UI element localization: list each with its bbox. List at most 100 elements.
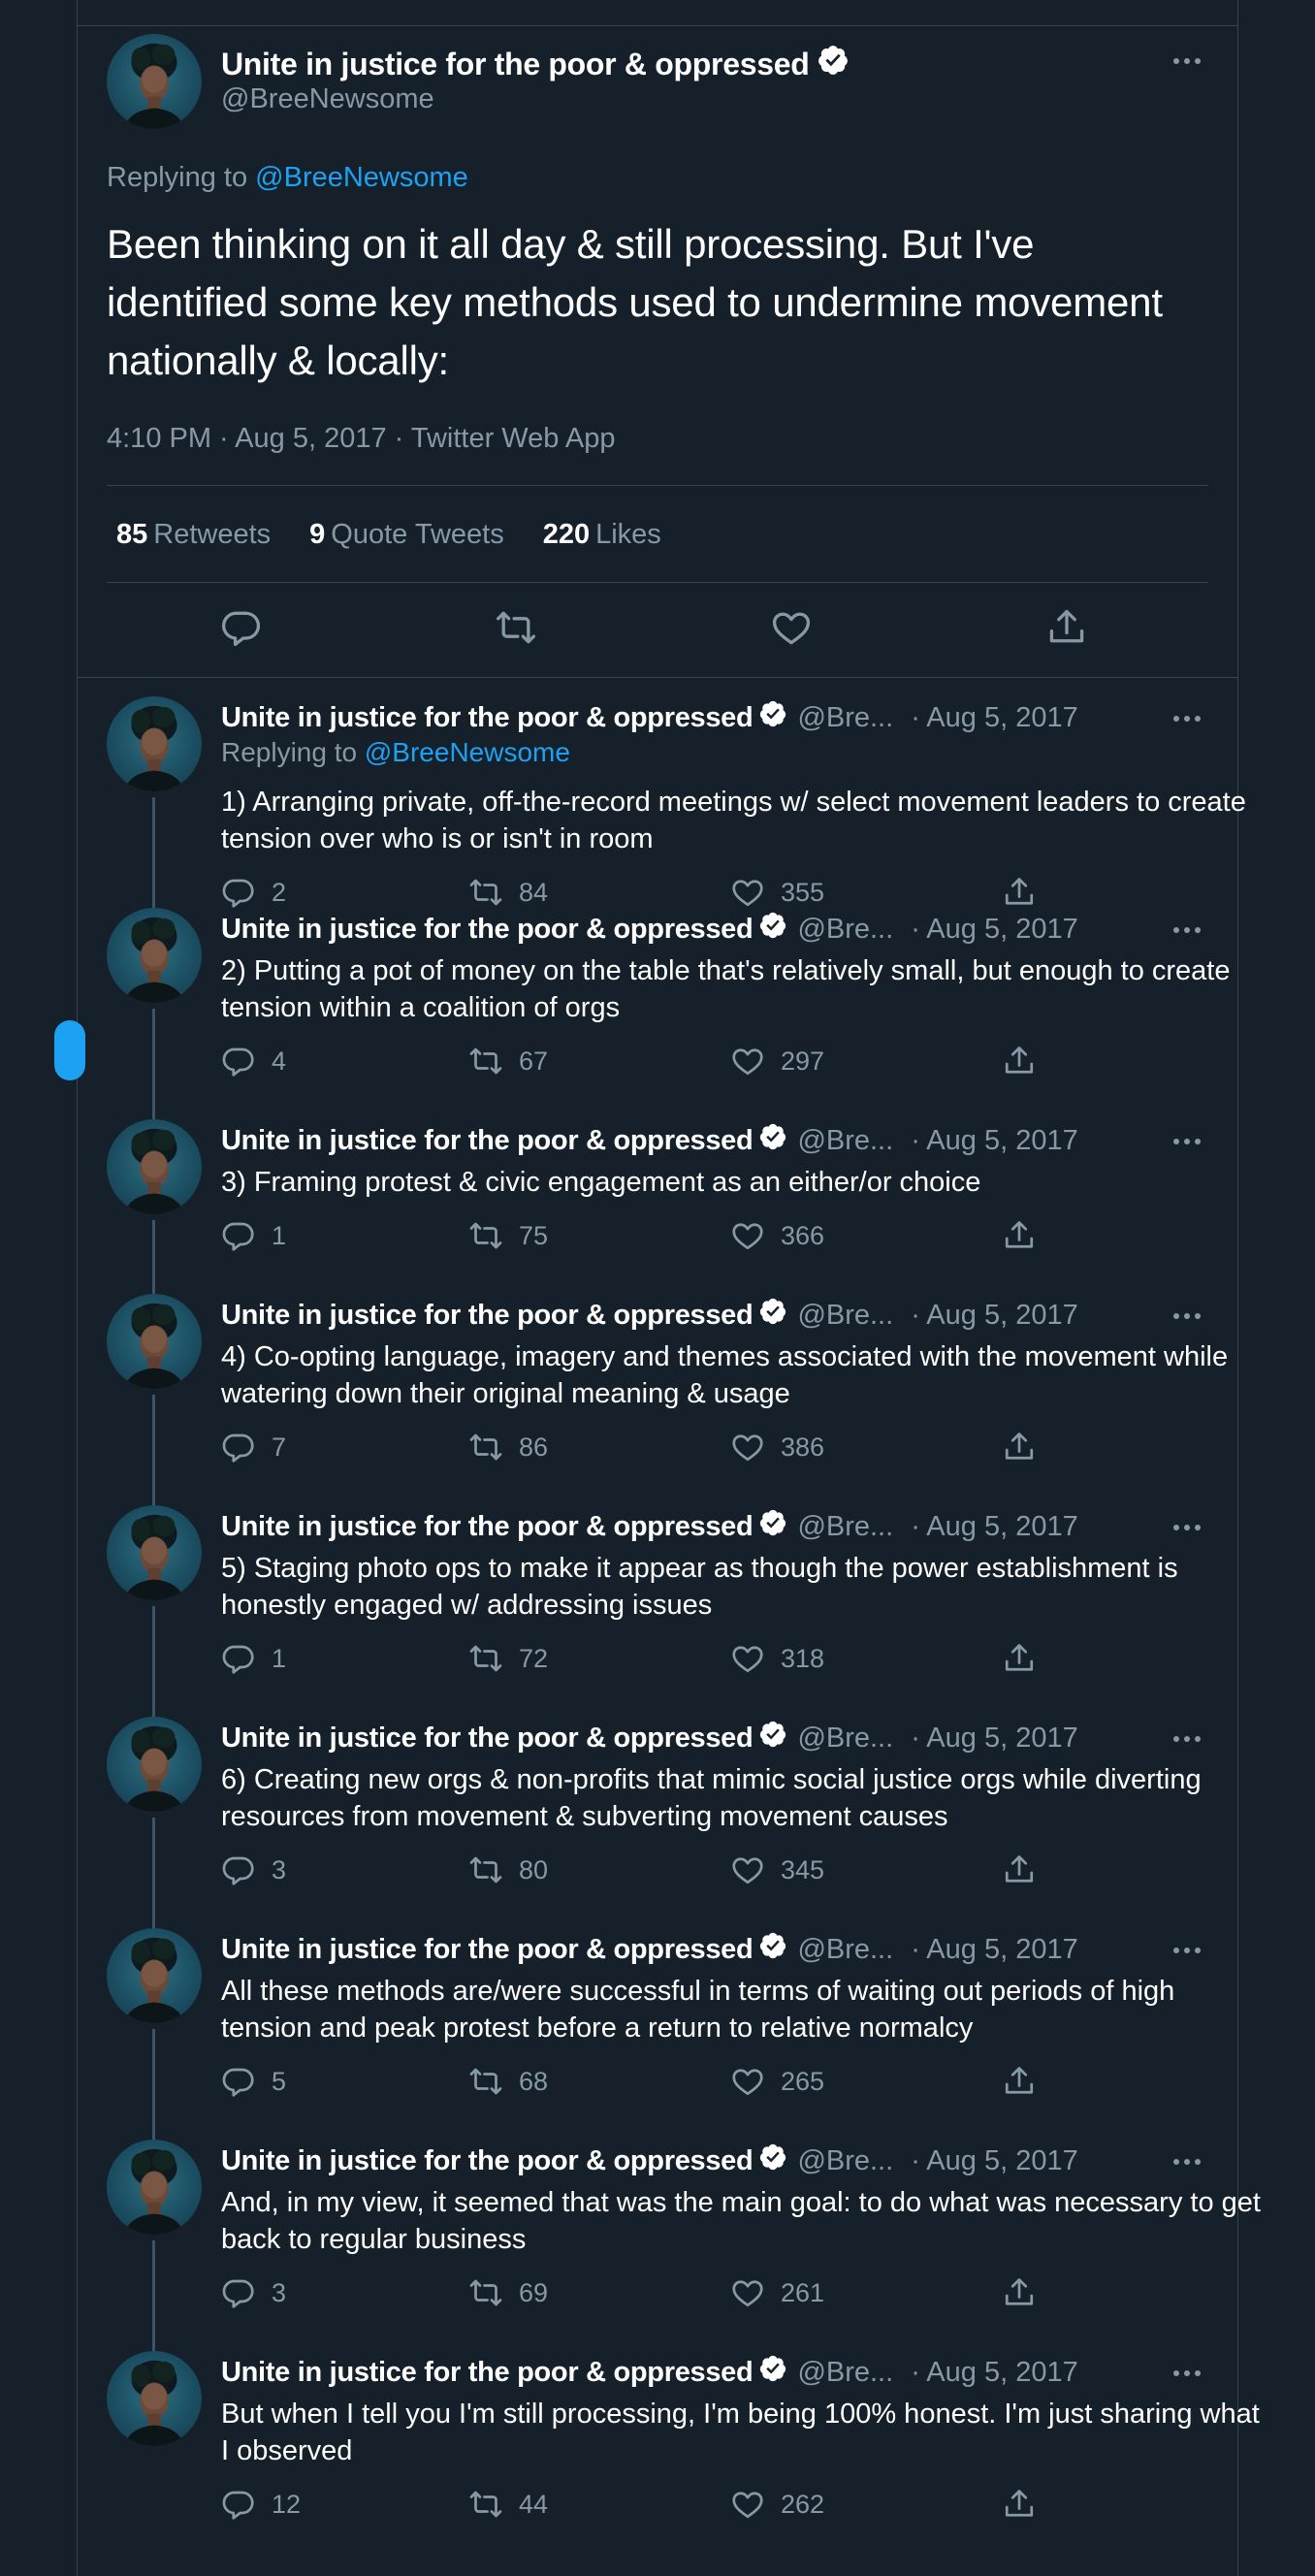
more-options-icon[interactable] <box>1173 58 1201 64</box>
retweets-stat[interactable]: 85 Retweets <box>116 519 271 551</box>
author-name[interactable]: Unite in justice for the poor & oppresse… <box>221 2145 754 2177</box>
avatar[interactable] <box>107 1505 202 1600</box>
reply-button[interactable]: 12 <box>221 2487 301 2522</box>
author-handle[interactable]: @Bre... <box>797 914 893 946</box>
tweet-date[interactable]: · Aug 5, 2017 <box>911 1511 1078 1543</box>
avatar[interactable] <box>107 1928 202 2023</box>
retweet-icon[interactable] <box>495 606 541 653</box>
more-options-icon[interactable] <box>1173 927 1201 933</box>
tweet-date[interactable]: · Aug 5, 2017 <box>911 1125 1078 1157</box>
author-name[interactable]: Unite in justice for the poor & oppresse… <box>221 1511 754 1543</box>
author-handle[interactable]: @BreeNewsome <box>221 83 434 115</box>
thread-tweet[interactable]: Unite in justice for the poor & oppresse… <box>78 2334 1260 2576</box>
thread-tweet[interactable]: Unite in justice for the poor & oppresse… <box>78 679 1246 908</box>
author-name[interactable]: Unite in justice for the poor & oppresse… <box>221 1125 754 1157</box>
like-button[interactable]: 261 <box>730 2275 824 2310</box>
share-icon[interactable] <box>1045 606 1092 653</box>
avatar[interactable] <box>107 1119 202 1214</box>
thread-tweet[interactable]: Unite in justice for the poor & oppresse… <box>78 1276 1237 1505</box>
author-name-link[interactable]: Unite in justice for the poor & oppresse… <box>221 44 850 84</box>
reply-button[interactable]: 1 <box>221 1641 286 1676</box>
tweet-meta[interactable]: 4:10 PM · Aug 5, 2017 · Twitter Web App <box>107 423 615 455</box>
tweet-date[interactable]: · Aug 5, 2017 <box>911 702 1078 734</box>
reply-button[interactable]: 7 <box>221 1430 286 1465</box>
more-options-icon[interactable] <box>1173 716 1201 722</box>
more-options-icon[interactable] <box>1173 2370 1201 2376</box>
like-button[interactable]: 297 <box>730 1044 824 1079</box>
share-button[interactable] <box>1002 1641 1037 1676</box>
like-button[interactable]: 386 <box>730 1430 824 1465</box>
more-options-icon[interactable] <box>1173 2159 1201 2165</box>
share-button[interactable] <box>1002 2275 1037 2310</box>
author-name[interactable]: Unite in justice for the poor & oppresse… <box>221 1723 754 1755</box>
share-button[interactable] <box>1002 1218 1037 1253</box>
retweet-button[interactable]: 69 <box>468 2275 548 2310</box>
share-button[interactable] <box>1002 1430 1037 1465</box>
author-name[interactable]: Unite in justice for the poor & oppresse… <box>221 702 754 734</box>
like-button[interactable]: 262 <box>730 2487 824 2522</box>
tweet-date[interactable]: · Aug 5, 2017 <box>911 2145 1078 2177</box>
more-options-icon[interactable] <box>1173 1736 1201 1742</box>
author-handle[interactable]: @Bre... <box>797 1125 893 1157</box>
tweet-date[interactable]: · Aug 5, 2017 <box>911 1300 1078 1332</box>
like-button[interactable]: 345 <box>730 1852 824 1887</box>
avatar[interactable] <box>107 908 202 1003</box>
retweet-button[interactable]: 75 <box>468 1218 548 1253</box>
author-handle[interactable]: @Bre... <box>797 2357 893 2389</box>
reply-button[interactable]: 3 <box>221 1852 286 1887</box>
retweet-button[interactable]: 67 <box>468 1044 548 1079</box>
author-handle[interactable]: @Bre... <box>797 1300 893 1332</box>
avatar[interactable] <box>107 1717 202 1812</box>
author-handle[interactable]: @Bre... <box>797 1511 893 1543</box>
thread-tweet[interactable]: Unite in justice for the poor & oppresse… <box>78 1102 1237 1294</box>
more-options-icon[interactable] <box>1173 1313 1201 1319</box>
author-handle[interactable]: @Bre... <box>797 2145 893 2177</box>
author-name[interactable]: Unite in justice for the poor & oppresse… <box>221 2357 754 2389</box>
replying-to-link[interactable]: @BreeNewsome <box>365 737 570 767</box>
thread-tweet[interactable]: Unite in justice for the poor & oppresse… <box>78 1699 1237 1928</box>
share-button[interactable] <box>1002 2487 1037 2522</box>
more-options-icon[interactable] <box>1173 1139 1201 1144</box>
thread-tweet[interactable]: Unite in justice for the poor & oppresse… <box>78 890 1237 1119</box>
like-icon[interactable] <box>770 606 817 653</box>
share-button[interactable] <box>1002 1044 1037 1079</box>
author-name[interactable]: Unite in justice for the poor & oppresse… <box>221 1934 754 1966</box>
avatar[interactable] <box>107 2140 202 2235</box>
author-handle[interactable]: @Bre... <box>797 702 893 734</box>
replying-to-link[interactable]: @BreeNewsome <box>255 162 468 193</box>
author-name[interactable]: Unite in justice for the poor & oppresse… <box>221 914 754 946</box>
avatar[interactable] <box>107 696 202 791</box>
avatar[interactable] <box>107 1294 202 1389</box>
retweet-button[interactable]: 72 <box>468 1641 548 1676</box>
like-button[interactable]: 265 <box>730 2064 824 2099</box>
author-handle[interactable]: @Bre... <box>797 1934 893 1966</box>
thread-tweet[interactable]: Unite in justice for the poor & oppresse… <box>78 1488 1237 1717</box>
tweet-date[interactable]: · Aug 5, 2017 <box>911 1934 1078 1966</box>
likes-stat[interactable]: 220 Likes <box>543 519 661 551</box>
retweet-button[interactable]: 86 <box>468 1430 548 1465</box>
quote-tweets-stat[interactable]: 9 Quote Tweets <box>309 519 504 551</box>
tweet-date[interactable]: · Aug 5, 2017 <box>911 914 1078 946</box>
thread-tweet[interactable]: Unite in justice for the poor & oppresse… <box>78 1911 1237 2140</box>
more-options-icon[interactable] <box>1173 1525 1201 1530</box>
thread-tweet[interactable]: Unite in justice for the poor & oppresse… <box>78 2122 1261 2351</box>
retweet-button[interactable]: 68 <box>468 2064 548 2099</box>
author-name[interactable]: Unite in justice for the poor & oppresse… <box>221 1300 754 1332</box>
share-button[interactable] <box>1002 2064 1037 2099</box>
avatar[interactable] <box>107 2351 202 2446</box>
avatar[interactable] <box>107 34 202 129</box>
retweet-button[interactable]: 80 <box>468 1852 548 1887</box>
reply-button[interactable]: 5 <box>221 2064 286 2099</box>
author-handle[interactable]: @Bre... <box>797 1723 893 1755</box>
reply-icon[interactable] <box>220 606 267 653</box>
share-button[interactable] <box>1002 1852 1037 1887</box>
tweet-date[interactable]: · Aug 5, 2017 <box>911 2357 1078 2389</box>
like-button[interactable]: 318 <box>730 1641 824 1676</box>
more-options-icon[interactable] <box>1173 1948 1201 1953</box>
reply-button[interactable]: 1 <box>221 1218 286 1253</box>
like-button[interactable]: 366 <box>730 1218 824 1253</box>
reply-button[interactable]: 4 <box>221 1044 286 1079</box>
reply-button[interactable]: 3 <box>221 2275 286 2310</box>
tweet-date[interactable]: · Aug 5, 2017 <box>911 1723 1078 1755</box>
retweet-button[interactable]: 44 <box>468 2487 548 2522</box>
